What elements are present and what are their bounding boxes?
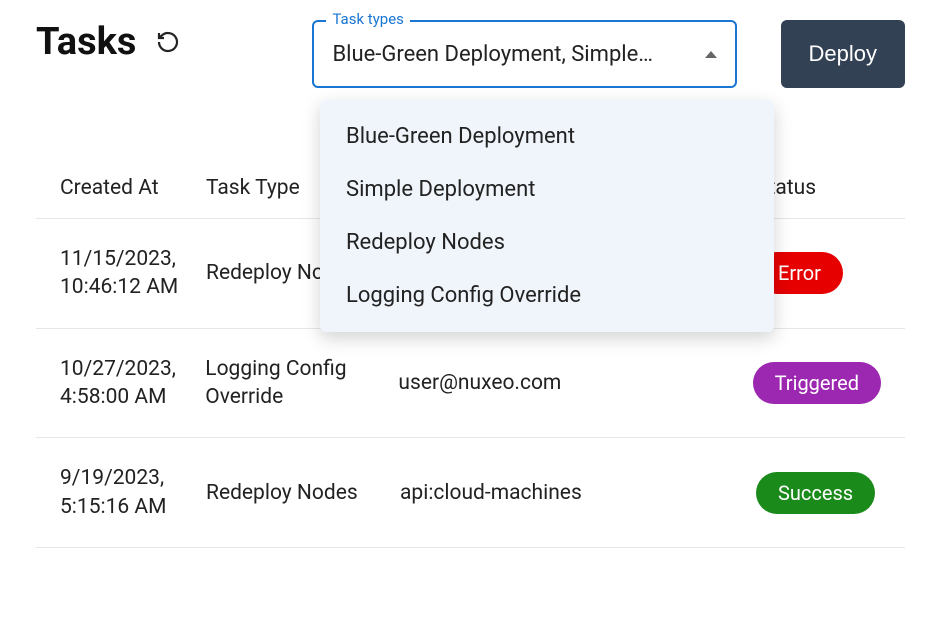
column-header-status: Status xyxy=(756,176,905,200)
status-badge: Triggered xyxy=(753,362,881,404)
cell-type: Logging Config Override xyxy=(205,355,374,412)
cell-created: 9/19/2023, 5:15:16 AM xyxy=(36,464,206,521)
task-types-selected-value: Blue-Green Deployment, Simple… xyxy=(332,42,692,67)
column-header-created: Created At xyxy=(36,176,206,200)
task-types-option[interactable]: Redeploy Nodes xyxy=(320,216,774,269)
task-types-option[interactable]: Blue-Green Deployment xyxy=(320,110,774,163)
refresh-icon[interactable] xyxy=(154,28,182,56)
page-title: Tasks xyxy=(36,20,136,64)
deploy-button[interactable]: Deploy xyxy=(781,20,905,88)
cell-created: 10/27/2023, 4:58:00 AM xyxy=(36,355,205,412)
task-types-option[interactable]: Simple Deployment xyxy=(320,163,774,216)
chevron-up-icon xyxy=(705,51,717,58)
task-types-select[interactable]: Blue-Green Deployment, Simple… xyxy=(312,20,736,88)
task-types-label: Task types xyxy=(326,10,409,28)
cell-triggered-by: user@nuxeo.com xyxy=(374,371,752,395)
task-types-dropdown: Blue-Green Deployment Simple Deployment … xyxy=(320,100,774,332)
cell-created: 11/15/2023, 10:46:12 AM xyxy=(36,245,206,302)
cell-triggered-by: api:cloud-machines xyxy=(376,481,756,505)
cell-status: Error xyxy=(756,252,905,294)
cell-status: Success xyxy=(756,472,905,514)
table-row: 10/27/2023, 4:58:00 AM Logging Config Ov… xyxy=(36,329,905,439)
cell-type: Redeploy Nodes xyxy=(206,479,376,507)
status-badge: Success xyxy=(756,472,875,514)
cell-status: Triggered xyxy=(753,362,905,404)
table-row: 9/19/2023, 5:15:16 AM Redeploy Nodes api… xyxy=(36,438,905,548)
task-types-option[interactable]: Logging Config Override xyxy=(320,269,774,322)
